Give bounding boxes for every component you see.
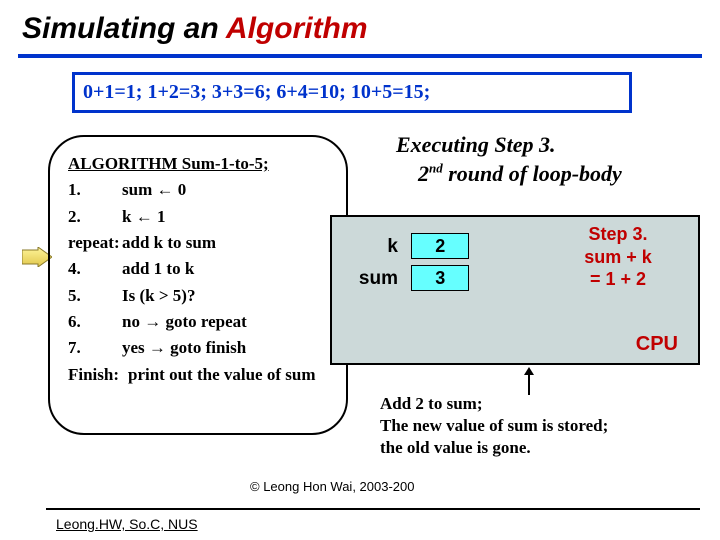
cpu-label: CPU — [636, 333, 678, 356]
up-arrow-icon — [522, 367, 536, 395]
annotation-l2: The new value of sum is stored; — [380, 415, 700, 437]
equation-box: 0+1=1; 1+2=3; 3+3=6; 6+4=10; 10+5=15; — [72, 72, 632, 113]
footer-author: Leong.HW, So.C, NUS — [56, 516, 198, 532]
annotation-l1: Add 2 to sum; — [380, 393, 700, 415]
algo-step-1: 1.sum ← 0 — [68, 177, 332, 203]
k-row: k 2 — [348, 233, 469, 259]
step-note: Step 3. sum + k = 1 + 2 — [548, 223, 688, 291]
k-value-cell: 2 — [411, 233, 469, 259]
sum-value-cell: 3 — [411, 265, 469, 291]
title-underline — [18, 54, 702, 58]
step-note-l1: Step 3. — [548, 223, 688, 246]
footer-rule — [46, 508, 700, 510]
algo-step-5: 5.Is (k > 5)? — [68, 283, 332, 309]
exec-line2: 2nd round of loop-body — [418, 160, 696, 189]
algo-step-7: 7. yes → goto finish — [68, 335, 332, 361]
step-note-l3: = 1 + 2 — [548, 268, 688, 291]
footer-copyright: © Leong Hon Wai, 2003-200 — [250, 479, 414, 494]
sum-label: sum — [348, 268, 398, 290]
algo-step-repeat: repeat:add k to sum — [68, 230, 332, 256]
slide-title: Simulating an Algorithm — [0, 0, 720, 52]
k-label: k — [348, 236, 398, 258]
algo-step-finish: Finish:print out the value of sum — [68, 362, 332, 388]
sum-row: sum 3 — [348, 265, 469, 291]
title-accent: Algorithm — [226, 12, 368, 45]
title-plain: Simulating an — [22, 12, 226, 45]
exec-line1: Executing Step 3. — [396, 131, 696, 160]
step-note-l2: sum + k — [548, 246, 688, 269]
algo-step-2: 2.k ← 1 — [68, 204, 332, 230]
content-area: ALGORITHM Sum-1-to-5; 1.sum ← 0 2.k ← 1 … — [0, 123, 720, 443]
equation-text: 0+1=1; 1+2=3; 3+3=6; 6+4=10; 10+5=15; — [83, 81, 430, 103]
algo-heading: ALGORITHM Sum-1-to-5; — [68, 151, 332, 177]
algo-step-4: 4.add 1 to k — [68, 256, 332, 282]
algo-step-6: 6. no → goto repeat — [68, 309, 332, 335]
execution-caption: Executing Step 3. 2nd round of loop-body — [396, 131, 696, 188]
annotation-note: Add 2 to sum; The new value of sum is st… — [380, 393, 700, 459]
algorithm-box: ALGORITHM Sum-1-to-5; 1.sum ← 0 2.k ← 1 … — [48, 135, 348, 435]
annotation-l3: the old value is gone. — [380, 437, 700, 459]
